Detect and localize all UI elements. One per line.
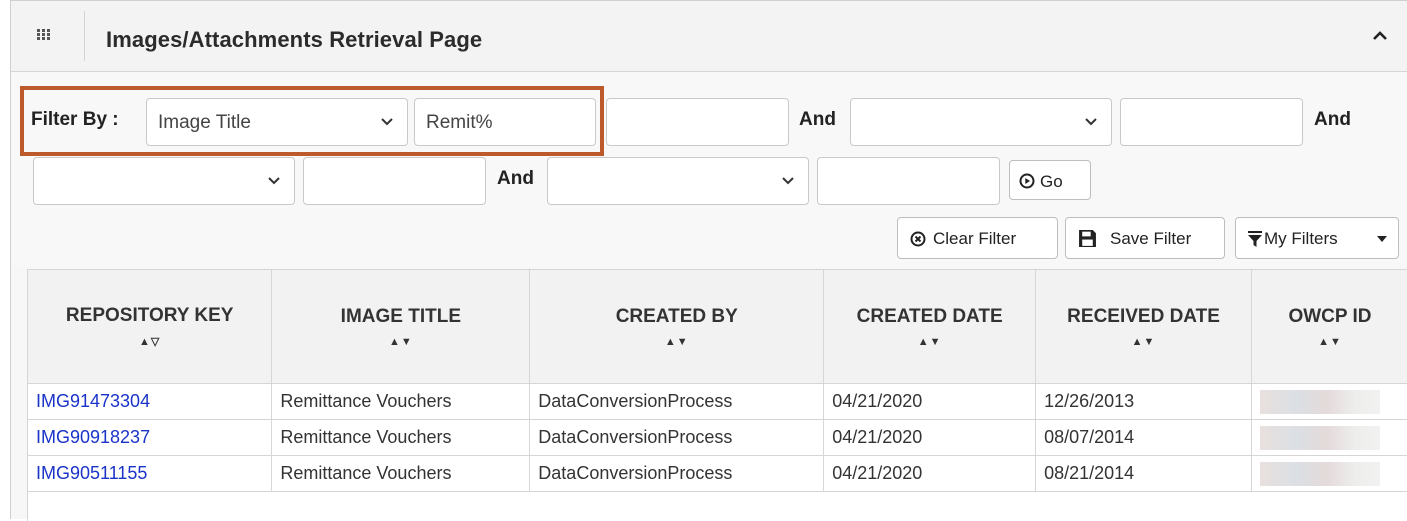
sort-icon[interactable]: ▲▼: [1036, 336, 1251, 348]
close-circle-icon: [910, 231, 926, 247]
sort-icon[interactable]: ▲▽: [28, 335, 271, 348]
table-row: IMG91473304 Remittance Vouchers DataConv…: [28, 383, 1407, 420]
and-label-3: And: [497, 168, 534, 189]
sort-icon[interactable]: ▲▼: [1252, 336, 1407, 348]
column-header-received-date[interactable]: RECEIVED DATE ▲▼: [1035, 270, 1252, 384]
owcp-id-cell: [1251, 455, 1407, 492]
created-date-cell: 04/21/2020: [823, 383, 1037, 420]
column-header-image-title[interactable]: IMAGE TITLE ▲▼: [271, 270, 531, 384]
caret-down-icon: [1377, 236, 1387, 242]
received-date-cell: 12/26/2013: [1035, 383, 1252, 420]
column-header-repository-key[interactable]: REPOSITORY KEY ▲▽: [28, 270, 273, 384]
filter-field-select-1[interactable]: Image Title: [146, 98, 408, 146]
created-by-cell: DataConversionProcess: [529, 455, 825, 492]
owcp-id-cell: [1251, 419, 1407, 456]
play-circle-icon: [1019, 173, 1035, 189]
image-title-cell: Remittance Vouchers: [271, 383, 531, 420]
filter-field-select-2[interactable]: [850, 98, 1112, 146]
save-filter-label: Save Filter: [1110, 229, 1192, 248]
and-label-2: And: [1314, 109, 1351, 130]
filter-value-input-3[interactable]: [1120, 98, 1303, 146]
table-header-row: REPOSITORY KEY ▲▽ IMAGE TITLE ▲▼ CREATED B…: [28, 270, 1407, 384]
filter-field-select-1-value: Image Title: [158, 112, 251, 133]
repository-key-link[interactable]: IMG91473304: [28, 383, 273, 420]
received-date-cell: 08/21/2014: [1035, 455, 1252, 492]
results-table-container: REPOSITORY KEY ▲▽ IMAGE TITLE ▲▼ CREATED B…: [27, 269, 1407, 521]
repository-key-link[interactable]: IMG90511155: [28, 455, 273, 492]
filter-value-input-5[interactable]: [817, 157, 1000, 205]
image-title-cell: Remittance Vouchers: [271, 455, 531, 492]
chevron-down-icon: [782, 177, 794, 185]
panel-header: Images/Attachments Retrieval Page: [11, 1, 1407, 72]
sort-icon[interactable]: ▲▼: [272, 336, 529, 348]
column-header-owcp-id[interactable]: OWCP ID ▲▼: [1251, 270, 1407, 384]
owcp-id-cell: [1251, 383, 1407, 420]
table-row: IMG90511155 Remittance Vouchers DataConv…: [28, 455, 1407, 492]
my-filters-dropdown[interactable]: My Filters: [1235, 217, 1399, 259]
filter-area: Filter By : Image Title Remit% And And A…: [11, 72, 1407, 267]
header-divider: [84, 11, 85, 61]
clear-filter-button[interactable]: Clear Filter: [897, 217, 1058, 259]
redacted-value: [1259, 425, 1380, 450]
redacted-value: [1259, 461, 1380, 486]
repository-key-link[interactable]: IMG90918237: [28, 419, 273, 456]
go-button[interactable]: Go: [1009, 160, 1091, 200]
grid-menu-icon[interactable]: [37, 29, 51, 41]
image-title-cell: Remittance Vouchers: [271, 419, 531, 456]
go-button-label: Go: [1040, 172, 1063, 191]
filter-field-select-3[interactable]: [33, 157, 295, 205]
filter-value-input-4[interactable]: [303, 157, 486, 205]
chevron-up-icon[interactable]: [1373, 31, 1387, 41]
floppy-disk-icon: [1079, 230, 1096, 247]
created-by-cell: DataConversionProcess: [529, 419, 825, 456]
created-date-cell: 04/21/2020: [823, 419, 1037, 456]
filter-field-select-4[interactable]: [547, 157, 809, 205]
page-title: Images/Attachments Retrieval Page: [106, 27, 483, 52]
filter-by-label: Filter By :: [31, 109, 119, 130]
column-header-created-by[interactable]: CREATED BY ▲▼: [529, 270, 825, 384]
funnel-icon: [1248, 231, 1262, 247]
received-date-cell: 08/07/2014: [1035, 419, 1252, 456]
table-row: IMG90918237 Remittance Vouchers DataConv…: [28, 419, 1407, 456]
save-filter-button[interactable]: Save Filter: [1065, 217, 1225, 259]
chevron-down-icon: [381, 118, 393, 126]
created-by-cell: DataConversionProcess: [529, 383, 825, 420]
chevron-down-icon: [268, 177, 280, 185]
column-header-created-date[interactable]: CREATED DATE ▲▼: [823, 270, 1037, 384]
results-table: REPOSITORY KEY ▲▽ IMAGE TITLE ▲▼ CREATED B…: [28, 270, 1407, 492]
images-retrieval-panel: Images/Attachments Retrieval Page Filter…: [10, 0, 1407, 521]
created-date-cell: 04/21/2020: [823, 455, 1037, 492]
sort-icon[interactable]: ▲▼: [824, 336, 1035, 348]
filter-value-input-1[interactable]: Remit%: [414, 98, 596, 146]
clear-filter-label: Clear Filter: [933, 229, 1017, 248]
redacted-value: [1259, 389, 1380, 414]
my-filters-label: My Filters: [1264, 229, 1338, 248]
filter-value-input-1-value: Remit%: [426, 112, 493, 133]
and-label-1: And: [799, 109, 836, 130]
sort-icon[interactable]: ▲▼: [530, 336, 823, 348]
filter-value-input-2[interactable]: [606, 98, 789, 146]
chevron-down-icon: [1085, 118, 1097, 126]
